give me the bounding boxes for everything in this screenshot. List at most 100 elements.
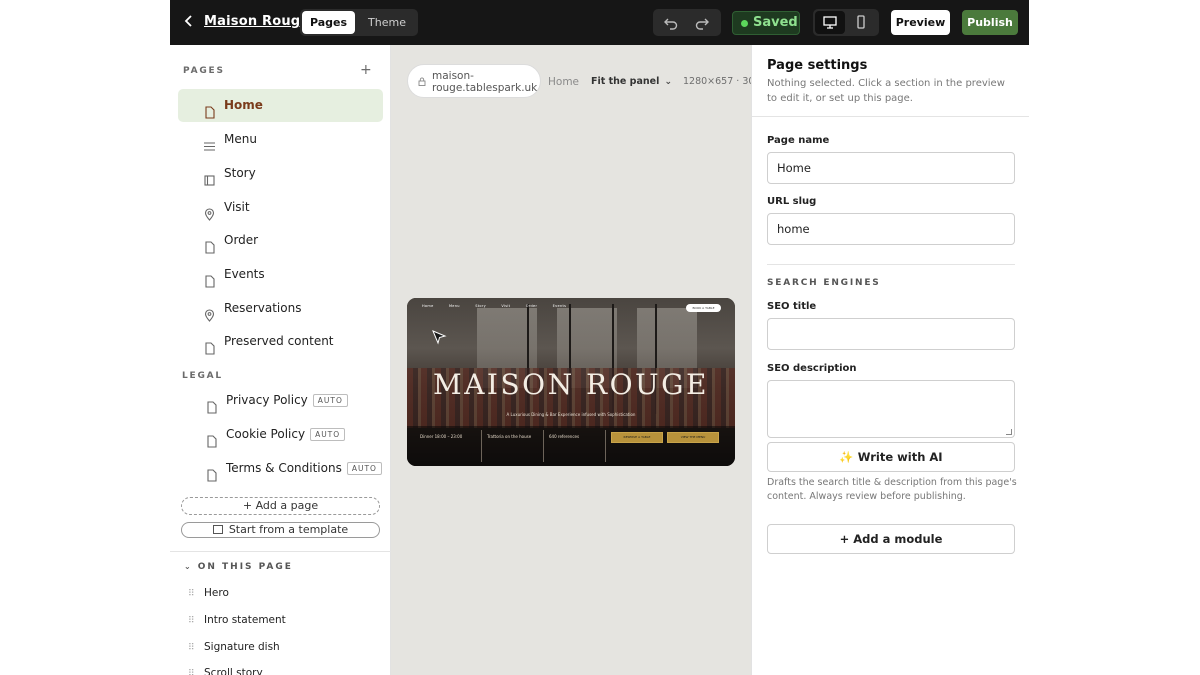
divider bbox=[767, 264, 1015, 265]
page-icon bbox=[203, 234, 216, 254]
page-item-events[interactable]: Events bbox=[178, 258, 383, 291]
add-page-icon[interactable]: + bbox=[360, 63, 372, 77]
page-item-order[interactable]: Order bbox=[178, 224, 383, 257]
saved-label: Saved bbox=[753, 15, 798, 30]
write-with-ai-button[interactable]: ✨ Write with AI bbox=[767, 442, 1015, 472]
search-engines-heading: SEARCH ENGINES bbox=[767, 278, 881, 288]
site-nav-item[interactable]: Menu bbox=[449, 304, 460, 308]
mobile-icon[interactable] bbox=[853, 14, 869, 30]
ai-note: Drafts the search title & description fr… bbox=[767, 477, 1017, 502]
seo-title-label: SEO title bbox=[767, 301, 817, 312]
site-nav: Home Menu Story Visit Order Events bbox=[422, 304, 580, 308]
drag-handle-icon[interactable]: ⠿ bbox=[188, 669, 198, 675]
site-name[interactable]: Maison Rouge bbox=[204, 14, 309, 29]
page-icon bbox=[205, 462, 218, 482]
site-book-button[interactable]: BOOK A TABLE bbox=[686, 304, 721, 312]
section-label: Scroll story bbox=[204, 667, 263, 675]
tab-theme[interactable]: Theme bbox=[358, 11, 416, 34]
page-label: Events bbox=[224, 267, 265, 281]
page-icon bbox=[205, 394, 218, 414]
preview-canvas: maison-rouge.tablespark.uk Home Fit the … bbox=[391, 45, 751, 675]
redo-icon[interactable] bbox=[693, 14, 711, 32]
page-icon bbox=[205, 428, 218, 448]
page-item-privacy-policy[interactable]: Privacy Policy AUTO bbox=[180, 384, 385, 417]
page-label: Privacy Policy bbox=[226, 393, 308, 407]
pin-icon bbox=[203, 302, 216, 322]
divider bbox=[170, 551, 391, 552]
page-item-preserved-content[interactable]: Preserved content bbox=[178, 325, 383, 358]
back-icon[interactable] bbox=[182, 14, 198, 30]
chevron-down-icon: ⌄ bbox=[184, 562, 193, 571]
lines-icon bbox=[203, 133, 216, 151]
page-icon bbox=[203, 335, 216, 355]
on-this-page-label: ON THIS PAGE bbox=[197, 562, 293, 572]
site-nav-item[interactable]: Story bbox=[475, 304, 486, 308]
url-slug-input[interactable]: home bbox=[767, 213, 1015, 245]
seo-description-label: SEO description bbox=[767, 363, 857, 374]
cursor-icon bbox=[431, 329, 447, 345]
section-item-intro[interactable]: ⠿ Intro statement bbox=[188, 614, 286, 626]
add-module-button[interactable]: + Add a module bbox=[767, 524, 1015, 554]
site-nav-item[interactable]: Home bbox=[422, 304, 434, 308]
page-label: Menu bbox=[224, 132, 257, 146]
page-icon bbox=[203, 99, 216, 119]
site-nav-item[interactable]: Order bbox=[526, 304, 537, 308]
start-template-label: Start from a template bbox=[228, 523, 349, 536]
page-label: Home bbox=[224, 98, 263, 112]
plus-icon: + bbox=[242, 499, 253, 512]
page-name-input[interactable]: Home bbox=[767, 152, 1015, 184]
desktop-icon[interactable] bbox=[822, 14, 838, 30]
section-item-scroll-story[interactable]: ⠿ Scroll story bbox=[188, 667, 263, 675]
site-menu-button[interactable]: VIEW THE MENU bbox=[667, 432, 719, 443]
page-item-story[interactable]: Story bbox=[178, 157, 383, 190]
auto-badge: AUTO bbox=[312, 394, 348, 407]
add-page-button[interactable]: + Add a page bbox=[181, 497, 380, 515]
seo-title-input[interactable] bbox=[767, 318, 1015, 350]
section-label: Hero bbox=[204, 587, 229, 599]
settings-subtitle: Nothing selected. Click a section in the… bbox=[767, 78, 1005, 104]
section-item-hero[interactable]: ⠿ Hero bbox=[188, 587, 229, 599]
page-label: Preserved content bbox=[224, 334, 334, 348]
site-url-pill[interactable]: maison-rouge.tablespark.uk bbox=[407, 64, 541, 98]
device-toggle bbox=[813, 9, 879, 36]
site-preview[interactable]: Home Menu Story Visit Order Events BOOK … bbox=[407, 298, 735, 466]
site-nav-item[interactable]: Visit bbox=[501, 304, 510, 308]
page-item-reservations[interactable]: Reservations bbox=[178, 292, 383, 325]
auto-badge: AUTO bbox=[310, 428, 346, 441]
page-name-label: Page name bbox=[767, 135, 830, 146]
url-slug-label: URL slug bbox=[767, 196, 817, 207]
tab-pages[interactable]: Pages bbox=[302, 11, 355, 34]
drag-handle-icon[interactable]: ⠿ bbox=[188, 643, 198, 653]
on-this-page-toggle[interactable]: ⌄ ON THIS PAGE bbox=[184, 562, 293, 572]
undo-icon[interactable] bbox=[662, 14, 680, 32]
seo-description-textarea[interactable] bbox=[767, 380, 1015, 438]
page-item-terms[interactable]: Terms & Conditions AUTO bbox=[180, 452, 385, 485]
pin-icon bbox=[203, 201, 216, 221]
publish-button[interactable]: Publish bbox=[962, 10, 1018, 35]
template-icon bbox=[212, 525, 223, 534]
page-item-visit[interactable]: Visit bbox=[178, 191, 383, 224]
add-page-label: Add a page bbox=[255, 499, 319, 512]
settings-title: Page settings bbox=[767, 58, 868, 73]
section-label: Signature dish bbox=[204, 641, 280, 653]
page-item-home[interactable]: Home bbox=[178, 89, 383, 122]
section-item-signature[interactable]: ⠿ Signature dish bbox=[188, 641, 280, 653]
site-url: maison-rouge.tablespark.uk bbox=[432, 70, 538, 94]
site-hero-tagline: A Luxurious Dining & Bar Experience infu… bbox=[506, 412, 636, 417]
breadcrumb: Home bbox=[548, 76, 580, 88]
site-nav-item[interactable]: Events bbox=[553, 304, 567, 308]
book-icon bbox=[203, 167, 216, 186]
page-icon bbox=[203, 268, 216, 288]
history-controls bbox=[653, 9, 721, 36]
drag-handle-icon[interactable]: ⠿ bbox=[188, 616, 198, 626]
preview-button[interactable]: Preview bbox=[891, 10, 950, 35]
zoom-select[interactable]: Fit the panel ⌄ bbox=[586, 71, 678, 93]
page-item-menu[interactable]: Menu bbox=[178, 123, 383, 156]
info-item: 640 references bbox=[549, 434, 580, 439]
site-reserve-button[interactable]: RESERVE A TABLE bbox=[611, 432, 663, 443]
saved-status: Saved bbox=[732, 11, 800, 35]
resize-handle-icon[interactable] bbox=[1006, 429, 1012, 435]
start-template-button[interactable]: Start from a template bbox=[181, 522, 380, 538]
page-item-cookie-policy[interactable]: Cookie Policy AUTO bbox=[180, 418, 385, 451]
drag-handle-icon[interactable]: ⠿ bbox=[188, 589, 198, 599]
